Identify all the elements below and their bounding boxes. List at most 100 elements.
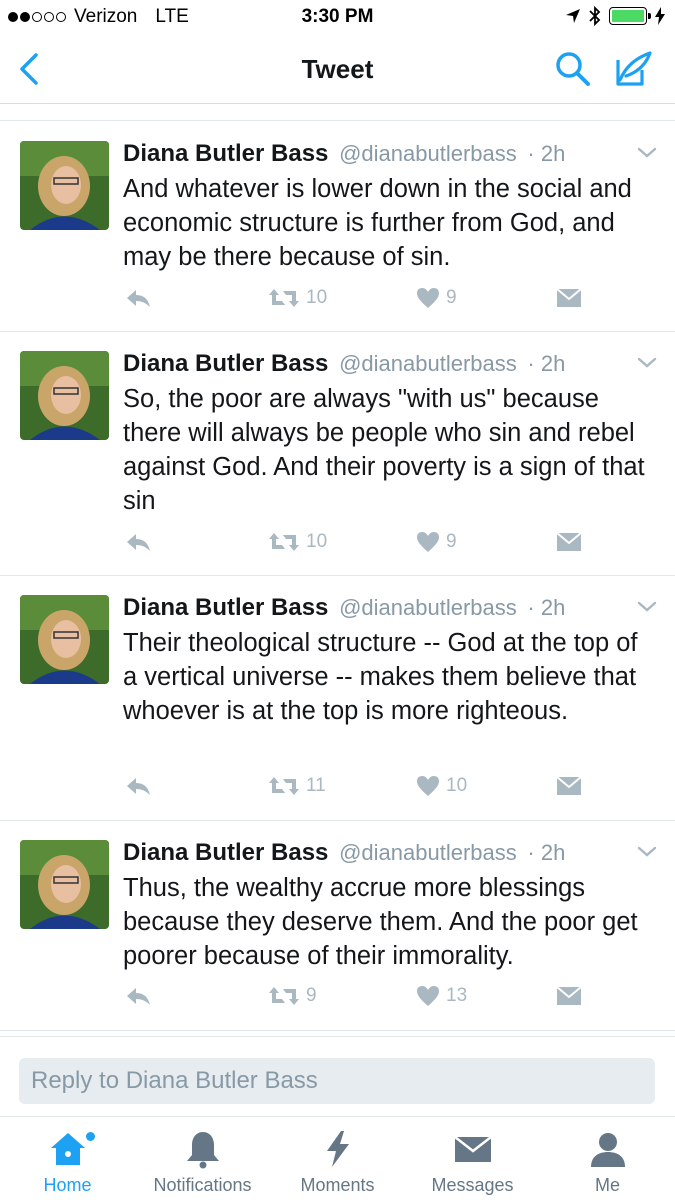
- tweet-time: · 2h: [527, 141, 566, 166]
- envelope-icon: [556, 986, 582, 1005]
- tweet-menu-button[interactable]: [636, 356, 658, 370]
- direct-message-button[interactable]: [556, 775, 582, 797]
- envelope-icon: [556, 288, 582, 307]
- tab-messages[interactable]: Messages: [405, 1117, 540, 1200]
- author-name[interactable]: Diana Butler Bass: [123, 140, 328, 167]
- tab-home[interactable]: Home: [0, 1117, 135, 1200]
- tab-me[interactable]: Me: [540, 1117, 675, 1200]
- compose-icon: [616, 51, 652, 86]
- tweet-menu-button[interactable]: [636, 600, 658, 614]
- like-count: 9: [446, 531, 457, 552]
- retweet-button[interactable]: 11: [268, 775, 326, 797]
- reply-button[interactable]: [124, 775, 152, 797]
- chevron-down-icon: [637, 846, 657, 857]
- like-button[interactable]: 13: [416, 985, 467, 1007]
- status-right: [565, 6, 665, 26]
- reply-bar: [0, 1036, 675, 1116]
- avatar[interactable]: [20, 351, 109, 440]
- retweet-icon: [269, 289, 299, 307]
- tweet[interactable]: Diana Butler Bass @dianabutlerbass · 2h …: [0, 821, 675, 1031]
- tab-label: Home: [43, 1175, 92, 1195]
- reply-icon: [127, 778, 150, 795]
- avatar[interactable]: [20, 141, 109, 230]
- author-handle[interactable]: @dianabutlerbass: [339, 595, 517, 620]
- navigation-bar: Tweet: [0, 36, 675, 104]
- search-icon: [556, 52, 590, 86]
- author-name[interactable]: Diana Butler Bass: [123, 350, 328, 377]
- reply-icon: [127, 988, 150, 1005]
- reply-input[interactable]: [19, 1058, 655, 1104]
- like-count: 10: [446, 775, 468, 796]
- tweet-actions: 9 13: [0, 985, 675, 1015]
- tab-label: Notifications: [153, 1175, 252, 1195]
- home-icon: [51, 1133, 85, 1165]
- tweet[interactable]: Diana Butler Bass @dianabutlerbass · 2h …: [0, 332, 675, 576]
- tweet-text: Their theological structure -- God at th…: [123, 629, 638, 725]
- like-button[interactable]: 9: [416, 531, 457, 553]
- tweet-text: Thus, the wealthy accrue more blessings …: [123, 874, 638, 970]
- reply-icon: [127, 534, 150, 551]
- heart-icon: [417, 288, 439, 308]
- tweet-time: · 2h: [527, 595, 566, 620]
- author-name[interactable]: Diana Butler Bass: [123, 839, 328, 866]
- author-handle[interactable]: @dianabutlerbass: [339, 840, 517, 865]
- tweet-menu-button[interactable]: [636, 146, 658, 160]
- tab-label: Messages: [431, 1175, 514, 1195]
- reply-button[interactable]: [124, 531, 152, 553]
- tweet-actions: 10 9: [0, 531, 675, 561]
- tweet[interactable]: Diana Butler Bass @dianabutlerbass · 2h …: [0, 576, 675, 821]
- tweet[interactable]: Diana Butler Bass @dianabutlerbass · 2h …: [0, 122, 675, 332]
- compose-button[interactable]: [612, 48, 654, 90]
- tweet-text: So, the poor are always "with us" becaus…: [123, 385, 645, 515]
- tweet-actions: 11 10: [0, 775, 675, 805]
- author-name[interactable]: Diana Butler Bass: [123, 594, 328, 621]
- chevron-down-icon: [637, 357, 657, 368]
- chevron-down-icon: [637, 601, 657, 612]
- heart-icon: [417, 532, 439, 552]
- direct-message-button[interactable]: [556, 287, 582, 309]
- tweet-menu-button[interactable]: [636, 845, 658, 859]
- tweet-header: Diana Butler Bass @dianabutlerbass · 2h: [123, 140, 565, 168]
- lightning-icon: [327, 1131, 349, 1167]
- battery-icon: [609, 7, 651, 25]
- bluetooth-icon: [589, 6, 601, 26]
- like-count: 9: [446, 287, 457, 308]
- tab-bar: Home Notifications Moments Messages Me: [0, 1116, 675, 1200]
- tweet-actions: 10 9: [0, 287, 675, 317]
- retweet-count: 10: [306, 531, 328, 552]
- conversation-divider: [0, 105, 675, 121]
- retweet-count: 11: [306, 775, 326, 796]
- heart-icon: [417, 776, 439, 796]
- like-count: 13: [446, 985, 468, 1006]
- chevron-down-icon: [637, 147, 657, 158]
- retweet-icon: [269, 987, 299, 1005]
- author-handle[interactable]: @dianabutlerbass: [339, 141, 517, 166]
- tweet-text: And whatever is lower down in the social…: [123, 175, 632, 271]
- tab-notifications[interactable]: Notifications: [135, 1117, 270, 1200]
- tweet-time: · 2h: [527, 351, 566, 376]
- direct-message-button[interactable]: [556, 985, 582, 1007]
- retweet-button[interactable]: 10: [268, 531, 327, 553]
- tab-label: Moments: [300, 1175, 375, 1195]
- reply-button[interactable]: [124, 985, 152, 1007]
- envelope-icon: [556, 532, 582, 551]
- author-handle[interactable]: @dianabutlerbass: [339, 351, 517, 376]
- avatar[interactable]: [20, 595, 109, 684]
- search-button[interactable]: [554, 50, 592, 88]
- retweet-button[interactable]: 9: [268, 985, 317, 1007]
- charging-bolt-icon: [655, 7, 665, 25]
- heart-icon: [417, 986, 439, 1006]
- retweet-button[interactable]: 10: [268, 287, 327, 309]
- notification-dot: [86, 1132, 95, 1141]
- bell-icon: [187, 1132, 219, 1169]
- direct-message-button[interactable]: [556, 531, 582, 553]
- reply-icon: [127, 290, 150, 307]
- like-button[interactable]: 10: [416, 775, 467, 797]
- like-button[interactable]: 9: [416, 287, 457, 309]
- reply-button[interactable]: [124, 287, 152, 309]
- avatar[interactable]: [20, 840, 109, 929]
- tweet-header: Diana Butler Bass @dianabutlerbass · 2h: [123, 350, 565, 378]
- tab-moments[interactable]: Moments: [270, 1117, 405, 1200]
- person-icon: [591, 1133, 625, 1167]
- envelope-icon: [556, 776, 582, 795]
